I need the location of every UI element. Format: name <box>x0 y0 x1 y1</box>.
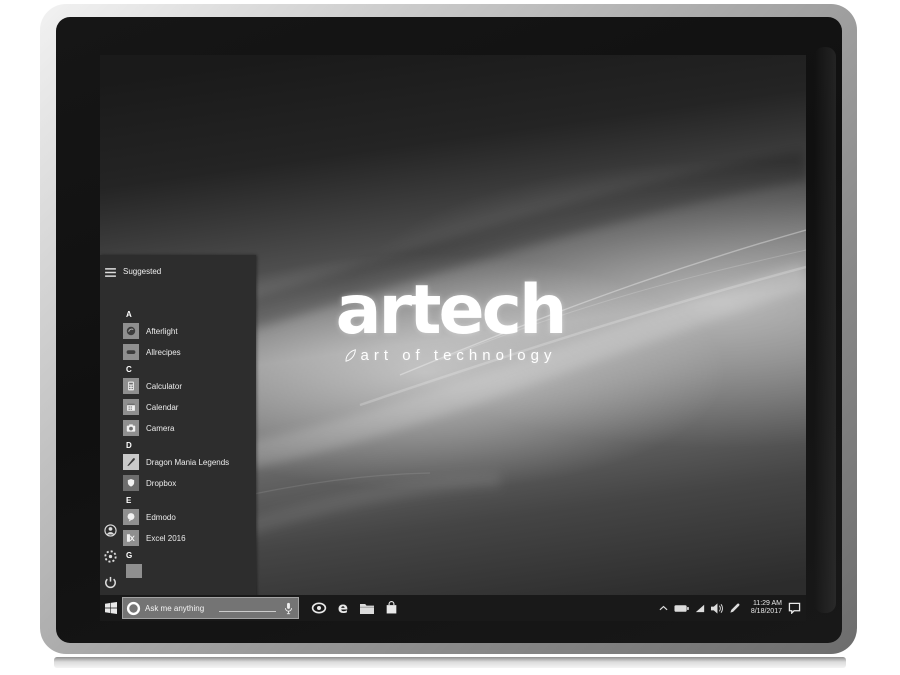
start-menu-app-allrecipes[interactable]: Allrecipes <box>123 344 253 360</box>
clock-date: 8/18/2017 <box>746 608 782 616</box>
taskbar-clock[interactable]: 11:29 AM 8/18/2017 <box>746 600 782 616</box>
windows-logo-icon <box>105 602 117 614</box>
start-menu-app-camera[interactable]: Camera <box>123 420 253 436</box>
brand-tagline-row: art of technology <box>250 347 650 364</box>
user-account-icon[interactable] <box>103 523 117 537</box>
app-label: Edmodo <box>146 513 176 522</box>
start-menu-app-dragon-mania-legends[interactable]: Dragon Mania Legends <box>123 454 253 470</box>
suggested-header: Suggested <box>123 267 253 276</box>
settings-gear-icon[interactable] <box>103 549 117 563</box>
start-menu: Suggested A Afterlight Allrecipes C <box>100 255 256 621</box>
app-label: Calendar <box>146 403 178 412</box>
network-icon[interactable] <box>695 604 705 613</box>
calendar-app-icon <box>123 399 139 415</box>
system-tray: 11:29 AM 8/18/2017 <box>659 600 806 616</box>
file-explorer-icon <box>359 602 375 615</box>
start-menu-app-calculator[interactable]: Calculator <box>123 378 253 394</box>
search-underline <box>219 610 276 612</box>
start-menu-app-excel-2016[interactable]: Excel 2016 <box>123 530 253 546</box>
edmodo-app-icon <box>123 509 139 525</box>
camera-app-icon <box>123 420 139 436</box>
section-letter-a[interactable]: A <box>126 310 253 319</box>
afterlight-app-icon <box>123 323 139 339</box>
page: artech art of technology <box>0 0 900 675</box>
file-explorer-button[interactable] <box>355 595 379 621</box>
app-label: Camera <box>146 424 174 433</box>
leaf-icon <box>344 348 357 363</box>
start-button[interactable] <box>100 595 122 621</box>
app-label: Dragon Mania Legends <box>146 458 229 467</box>
dragon-mania-legends-app-icon <box>123 454 139 470</box>
taskbar: e <box>100 595 806 621</box>
start-menu-rail <box>100 255 120 621</box>
power-icon[interactable] <box>103 575 117 589</box>
section-letter-d[interactable]: D <box>126 441 253 450</box>
app-label: Calculator <box>146 382 182 391</box>
start-menu-app-edmodo[interactable]: Edmodo <box>123 509 253 525</box>
store-icon <box>385 601 398 615</box>
hamburger-menu-icon[interactable] <box>103 265 117 279</box>
app-label: Excel 2016 <box>146 534 186 543</box>
dropbox-app-icon <box>123 475 139 491</box>
brand-title: artech <box>250 279 650 344</box>
section-letter-c[interactable]: C <box>126 365 253 374</box>
start-menu-app-calendar[interactable]: Calendar <box>123 399 253 415</box>
store-button[interactable] <box>379 595 403 621</box>
app-label: Afterlight <box>146 327 178 336</box>
task-view-button[interactable] <box>307 595 331 621</box>
clock-time: 11:29 AM <box>746 600 782 608</box>
start-menu-app-list: Suggested A Afterlight Allrecipes C <box>123 267 253 578</box>
desktop-screen: artech art of technology <box>100 55 806 621</box>
pen-icon[interactable] <box>729 603 740 614</box>
wallpaper-brand-logo: artech art of technology <box>250 279 650 364</box>
allrecipes-app-icon <box>123 344 139 360</box>
taskbar-search-box[interactable] <box>122 597 299 619</box>
brand-tagline: art of technology <box>361 347 557 364</box>
device-base-stand <box>54 657 846 668</box>
task-view-icon <box>311 602 327 614</box>
cortana-icon <box>126 601 141 616</box>
section-letter-e[interactable]: E <box>126 496 253 505</box>
section-letter-g[interactable]: G <box>126 551 253 560</box>
battery-icon[interactable] <box>674 604 689 613</box>
start-menu-app-afterlight[interactable]: Afterlight <box>123 323 253 339</box>
hidden-icons-chevron-icon[interactable] <box>659 605 668 611</box>
microphone-icon[interactable] <box>284 602 293 615</box>
volume-icon[interactable] <box>711 603 723 614</box>
clipped-app-tile[interactable] <box>126 564 142 578</box>
edge-icon: e <box>338 601 348 616</box>
action-center-icon <box>788 602 801 614</box>
search-input[interactable] <box>145 604 217 613</box>
app-label: Allrecipes <box>146 348 181 357</box>
calculator-app-icon <box>123 378 139 394</box>
app-label: Dropbox <box>146 479 176 488</box>
excel-2016-app-icon <box>123 530 139 546</box>
start-menu-app-dropbox[interactable]: Dropbox <box>123 475 253 491</box>
action-center-button[interactable] <box>788 602 801 614</box>
edge-browser-button[interactable]: e <box>331 595 355 621</box>
